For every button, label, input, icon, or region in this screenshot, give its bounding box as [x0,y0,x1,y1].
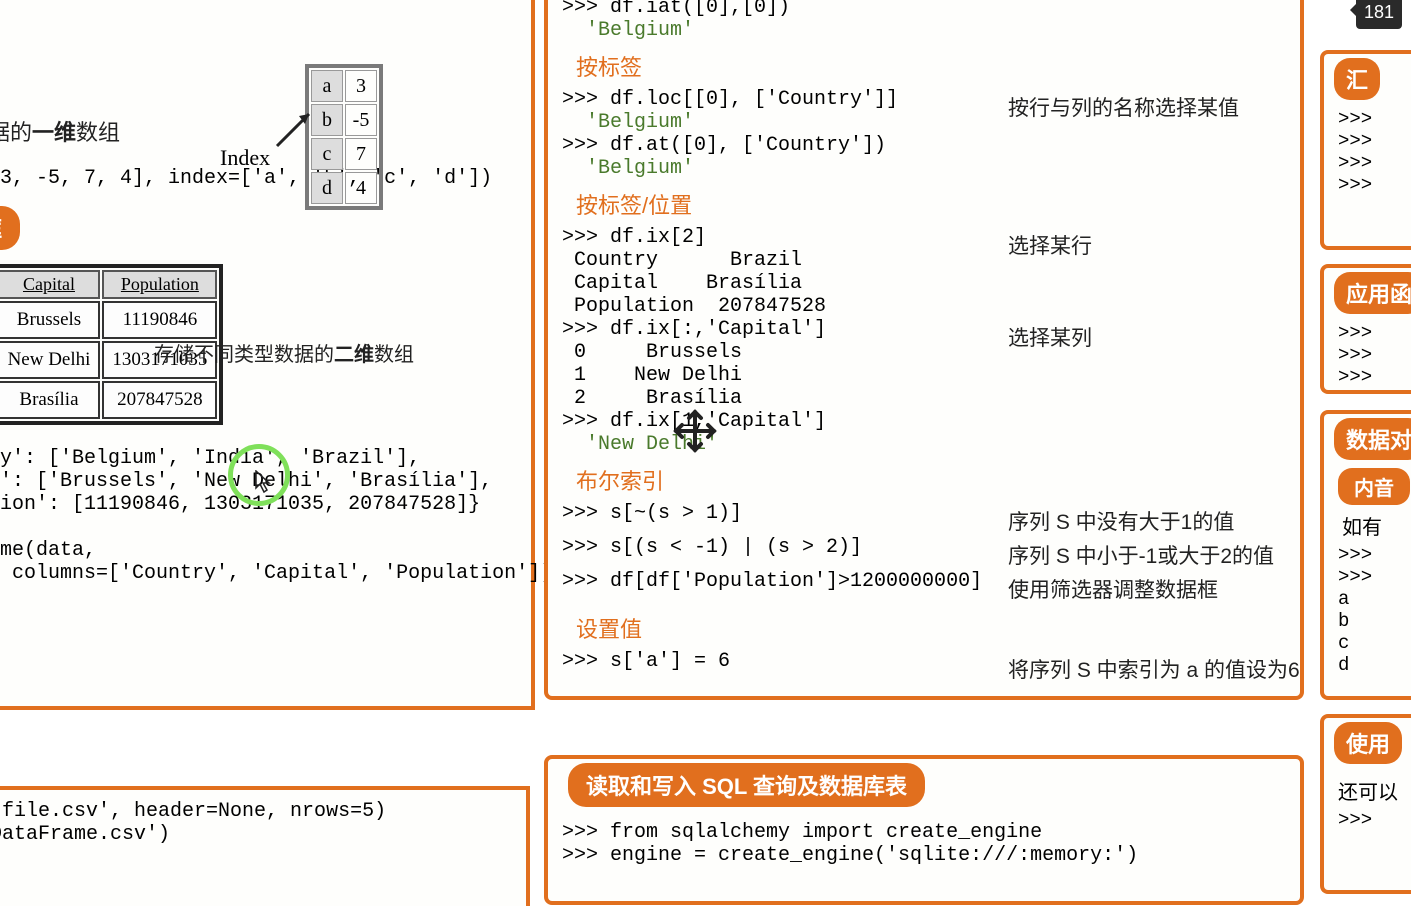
iat-code: >>> df.iat([0],[0]) 'Belgium' [562,0,1300,42]
heading-label: 按标签 [576,50,1300,82]
right-code-3: >>> >>> a b c d [1324,540,1411,682]
arrow-icon [275,108,315,148]
ixcap-desc: 选择某列 [1008,322,1092,352]
left-panel: 句 型数据的一维数组 a3 b-5 c7 d4 Index ies([3, -5… [0,0,535,710]
bool3-code: >>> df[df['Population']>1200000000] [562,570,1002,593]
right-text-4: 还可以 [1338,776,1411,805]
right-panel-4: 使用 还可以 >>> [1320,714,1411,894]
csv-code: csv('file.csv', header=None, nrows=5) ('… [0,790,526,846]
at-code: >>> df.at([0], ['Country']) 'Belgium' [562,134,1300,180]
set-code: >>> s['a'] = 6 [562,650,1002,673]
fragment-text: 句 [0,0,521,23]
bool1-code: >>> s[~(s > 1)] [562,502,1002,525]
bool2-code: >>> s[(s < -1) | (s > 2)] [562,536,1002,559]
set-desc: 将序列 S 中索引为 a 的值设为6 [1008,654,1300,684]
right-panel-1: 汇 >>> >>> >>> >>> [1320,50,1411,250]
right-pill-2: 应用函 [1334,272,1411,314]
bool2-desc: 序列 S 中小于-1或大于2的值 [1008,540,1274,570]
badge-1818: 181 [1356,0,1402,29]
middle-panel: >>> df.iat([0],[0]) 'Belgium' 按标签 >>> df… [544,0,1304,700]
right-text-3: 如有 [1342,511,1411,540]
loc-code: >>> df.loc[[0], ['Country']] 'Belgium' [562,88,1002,134]
cursor-icon [255,470,273,494]
move-cursor-icon [672,408,718,454]
loc-desc: 按行与列的名称选择某值 [1008,92,1239,122]
sql-pill: 读取和写入 SQL 查询及数据库表 [568,763,925,807]
right-code-4: >>> [1324,805,1411,837]
sql-code: >>> from sqlalchemy import create_engine… [548,817,1300,867]
ixcap-code: >>> df.ix[:,'Capital'] 0 Brussels 1 New … [562,318,1002,410]
bool3-desc: 使用筛选器调整数据框 [1008,574,1218,604]
heading-bool: 布尔索引 [576,464,1300,496]
bool1-desc: 序列 S 中没有大于1的值 [1008,506,1234,536]
right-pill-4: 使用 [1334,722,1402,764]
right-panel-3: 数据对 内音 如有 >>> >>> a b c d [1320,410,1411,700]
right-panel-2: 应用函 >>> >>> >>> [1320,264,1411,394]
series-index-table: a3 b-5 c7 d4 [305,64,383,210]
right-code-2: >>> >>> >>> [1324,318,1411,394]
ix2-code: >>> df.ix[2] Country Brazil Capital Bras… [562,226,1002,318]
series-desc: 型数据的一维数组 [0,115,521,147]
right-subpill-3: 内音 [1338,468,1410,505]
ix2-desc: 选择某行 [1008,230,1092,260]
index-label: Index [220,145,270,171]
heading-labelpos: 按标签/位置 [576,188,1300,220]
right-pill-3: 数据对 [1334,418,1411,460]
right-code-1: >>> >>> >>> >>> [1324,104,1411,202]
heading-set: 设置值 [576,612,1300,644]
bottom-left-panel: csv('file.csv', header=None, nrows=5) ('… [0,786,530,906]
bottom-right-panel: 读取和写入 SQL 查询及数据库表 >>> from sqlalchemy im… [544,755,1304,905]
dataframe-pill: 据框 [0,206,20,250]
dataframe-desc: 存储不同类型数据的二维数组 [154,338,414,367]
right-pill-1: 汇 [1334,58,1380,100]
